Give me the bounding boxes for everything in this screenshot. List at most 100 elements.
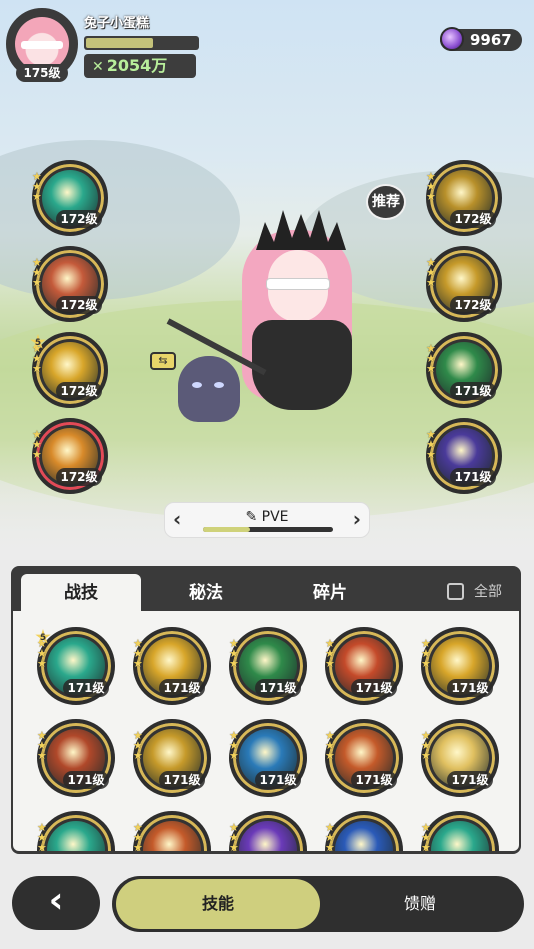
skill-level-label: 172级 — [56, 382, 102, 400]
star-rank-icon: ★ ★ ★ — [37, 821, 47, 851]
skill-level-label: 172级 — [56, 296, 102, 314]
mode-label-text: PVE — [261, 509, 289, 525]
mode-selector: ‹ ✎ PVE › — [164, 502, 370, 538]
skill-art-icon — [47, 821, 105, 851]
skill-level-label: 171级 — [159, 771, 205, 789]
next-mode-arrow-icon[interactable]: › — [353, 507, 361, 531]
skill-level-label: 171级 — [447, 679, 493, 697]
skill-grid: ★ ★ ★ 5 171级 ★ ★ ★ 171级 ★ ★ ★ 171级 ★ ★ ★ 171级 ★ ★… — [13, 611, 519, 851]
star-rank-icon: ★ ★ ★ — [421, 821, 431, 851]
skill-art-icon — [335, 821, 393, 851]
hero-dress — [252, 320, 352, 410]
pet-eye — [214, 382, 224, 388]
skill-tab-button[interactable]: 技能 — [116, 879, 320, 929]
pet-eye — [192, 382, 202, 388]
star-rank-icon: ★ ★ ★ — [229, 821, 239, 851]
player-name: 兔子小蛋糕 — [84, 16, 150, 31]
skill-level-label: 171级 — [255, 679, 301, 697]
grid-skill-slot[interactable]: ★ ★ ★ 5 171级 — [35, 627, 115, 705]
combat-power: ✕ 2054万 — [84, 54, 196, 78]
mode-progress-track — [203, 527, 333, 532]
star-rank-icon: ★ ★ ★ — [133, 729, 143, 762]
right-skill-slot[interactable]: ★ ★ ★ 172级 — [426, 246, 502, 322]
grid-skill-slot[interactable]: ★ ★ ★ 171级 — [325, 719, 403, 797]
currency-value: 9967 — [470, 31, 512, 49]
grid-skill-slot[interactable]: ★ ★ ★ — [325, 811, 403, 851]
hero-blindfold — [266, 278, 330, 290]
right-skill-slot[interactable]: ★ ★ ★ 172级 — [426, 160, 502, 236]
crossed-swords-icon: ✕ — [92, 59, 104, 75]
star-rank-icon: ★ ★ ★ — [426, 170, 436, 203]
star-rank-icon: ★ ★ ★ — [133, 637, 143, 670]
star-rank-icon: ★ ★ ★ — [32, 342, 42, 375]
skill-level-label: 171级 — [255, 771, 301, 789]
skill-level-label: 171级 — [450, 382, 496, 400]
back-button[interactable]: ‹ — [12, 876, 100, 930]
star-rank-icon: ★ ★ ★ — [426, 342, 436, 375]
exp-bar — [84, 36, 199, 50]
grid-skill-slot[interactable]: ★ ★ ★ 171级 — [133, 719, 211, 797]
recommend-button[interactable]: 推荐 — [366, 184, 406, 220]
show-all-label: 全部 — [474, 584, 502, 600]
star-rank-icon: ★ ★ ★ — [229, 729, 239, 762]
star-rank-icon: ★ ★ ★ — [325, 821, 335, 851]
gift-tab-button[interactable]: 馈赠 — [320, 879, 520, 929]
left-skill-slot[interactable]: ★ ★ ★ 172级 — [32, 246, 108, 322]
grid-skill-slot[interactable]: ★ ★ ★ 171级 — [133, 627, 211, 705]
left-skill-slot[interactable]: ★ ★ ★ 172级 — [32, 418, 108, 494]
skill-level-label: 172级 — [450, 296, 496, 314]
grid-skill-slot[interactable]: ★ ★ ★ 171级 — [421, 627, 499, 705]
grid-skill-slot[interactable]: ★ ★ ★ 171级 — [325, 627, 403, 705]
grid-skill-slot[interactable]: ★ ★ ★ 171级 — [421, 719, 499, 797]
star-rank-icon: ★ ★ ★ — [32, 428, 42, 461]
tab-arcana[interactable]: 秘法 — [146, 574, 266, 612]
skill-level-label: 171级 — [447, 771, 493, 789]
star-rank-icon: ★ ★ ★ — [37, 729, 47, 762]
pet-companion[interactable] — [178, 356, 240, 422]
swap-pet-icon[interactable]: ⇆ — [150, 352, 176, 370]
star-rank-icon: ★ ★ ★ — [426, 256, 436, 289]
tab-fragments[interactable]: 碎片 — [270, 574, 390, 612]
left-skill-slot[interactable]: ★ ★ ★ 5 172级 — [30, 332, 108, 408]
skill-level-label: 171级 — [63, 679, 109, 697]
skill-level-label: 171级 — [351, 771, 397, 789]
star-rank-icon: ★ ★ ★ — [325, 729, 335, 762]
grid-skill-slot[interactable]: ★ ★ ★ — [229, 811, 307, 851]
mode-progress-fill — [203, 527, 250, 532]
star-rank-icon: ★ ★ ★ — [426, 428, 436, 461]
left-skill-slot[interactable]: ★ ★ ★ 172级 — [32, 160, 108, 236]
skill-art-icon — [239, 821, 297, 851]
star-rank-icon: ★ ★ ★ — [37, 637, 47, 670]
star-rank-icon: ★ ★ ★ — [32, 256, 42, 289]
tab-combat-skills[interactable]: 战技 — [21, 574, 141, 612]
skill-level-label: 172级 — [450, 210, 496, 228]
skill-level-label: 172级 — [56, 468, 102, 486]
skill-level-label: 171级 — [63, 771, 109, 789]
right-skill-slot[interactable]: ★ ★ ★ 171级 — [426, 418, 502, 494]
grid-skill-slot[interactable]: ★ ★ ★ — [421, 811, 499, 851]
purple-gem-icon — [440, 27, 464, 51]
grid-skill-slot[interactable]: ★ ★ ★ 171级 — [229, 627, 307, 705]
combat-power-value: 2054万 — [106, 56, 168, 75]
grid-skill-slot[interactable]: ★ ★ ★ 171级 — [37, 719, 115, 797]
skill-art-icon — [431, 821, 489, 851]
star-rank-icon: ★ ★ ★ — [421, 729, 431, 762]
right-skill-slot[interactable]: ★ ★ ★ 171级 — [426, 332, 502, 408]
star-rank-icon: ★ ★ ★ — [421, 637, 431, 670]
mode-label: ✎ PVE — [245, 509, 289, 525]
show-all-checkbox[interactable] — [447, 583, 464, 600]
skill-art-icon — [143, 821, 201, 851]
skill-level-label: 171级 — [159, 679, 205, 697]
grid-skill-slot[interactable]: ★ ★ ★ — [133, 811, 211, 851]
grid-skill-slot[interactable]: ★ ★ ★ 171级 — [229, 719, 307, 797]
skill-level-label: 172级 — [56, 210, 102, 228]
star-rank-icon: ★ ★ ★ — [325, 637, 335, 670]
star-rank-icon: ★ ★ ★ — [229, 637, 239, 670]
avatar-blindfold — [21, 41, 63, 49]
skill-level-label: 171级 — [351, 679, 397, 697]
exp-bar-fill — [86, 38, 153, 48]
skill-level-label: 171级 — [450, 468, 496, 486]
grid-skill-slot[interactable]: ★ ★ ★ — [37, 811, 115, 851]
player-level-badge: 175级 — [16, 64, 68, 82]
star-rank-icon: ★ ★ ★ — [133, 821, 143, 851]
